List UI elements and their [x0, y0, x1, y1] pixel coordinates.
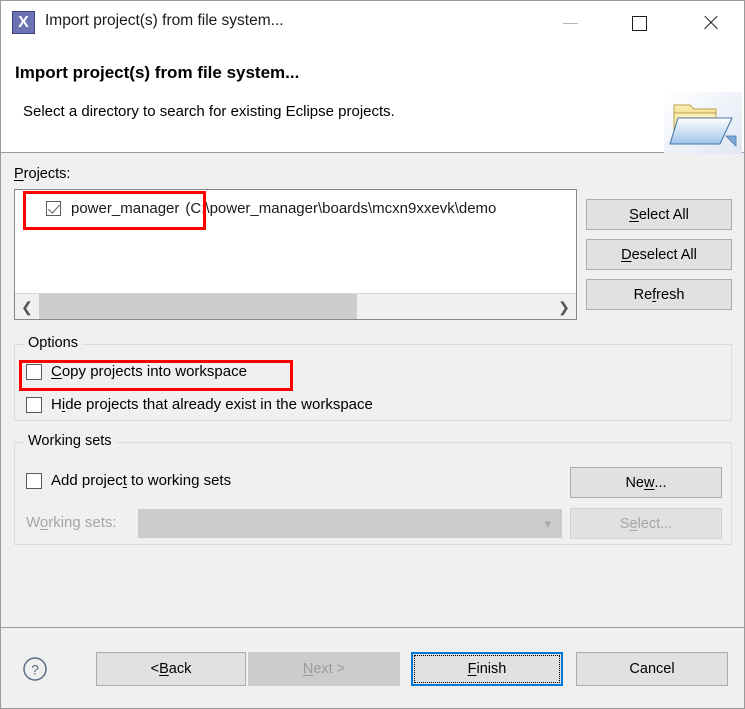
copy-projects-label: Copy projects into workspace — [51, 363, 247, 380]
maximize-button[interactable] — [616, 1, 662, 45]
next-button: Next > — [248, 652, 400, 686]
title-bar: X Import project(s) from file system... — [1, 1, 744, 45]
help-circle-icon[interactable]: ? — [22, 656, 48, 682]
project-checkbox[interactable] — [46, 200, 61, 216]
chevron-down-icon: ▾ — [544, 516, 551, 531]
chevron-right-icon[interactable]: ❯ — [552, 300, 576, 314]
add-project-to-working-sets-row[interactable]: Add project to working sets — [26, 472, 231, 489]
project-name: power_manager — [71, 199, 180, 217]
add-working-sets-checkbox[interactable] — [26, 472, 42, 489]
chevron-left-icon[interactable]: ❮ — [15, 300, 39, 314]
scrollbar-track[interactable] — [39, 294, 552, 319]
options-group: Options Copy projects into workspace Hid… — [14, 335, 732, 421]
project-path: (C:\power_manager\boards\mcxn9xxevk\demo — [185, 199, 497, 217]
hide-projects-checkbox-row[interactable]: Hide projects that already exist in the … — [26, 396, 373, 413]
options-legend: Options — [24, 335, 82, 351]
page-subtitle: Select a directory to search for existin… — [23, 103, 395, 120]
working-sets-legend: Working sets — [24, 433, 116, 449]
open-folder-icon — [664, 92, 742, 154]
working-sets-group: Working sets Add project to working sets… — [14, 433, 732, 545]
refresh-button[interactable]: Re f resh — [586, 279, 732, 310]
svg-text:?: ? — [31, 662, 39, 678]
hide-projects-checkbox[interactable] — [26, 396, 42, 413]
finish-button[interactable]: Finish — [411, 652, 563, 686]
finish-label: Finish — [467, 661, 507, 677]
projects-list[interactable]: power_manager (C:\power_manager\boards\m… — [14, 189, 577, 320]
select-all-button[interactable]: Select All — [586, 199, 732, 230]
horizontal-scrollbar[interactable]: ❮ ❯ — [15, 293, 576, 319]
import-projects-dialog: X Import project(s) from file system... … — [0, 0, 745, 709]
deselect-all-button[interactable]: Deselect All — [586, 239, 732, 270]
cancel-button[interactable]: Cancel — [576, 652, 728, 686]
copy-projects-checkbox-row[interactable]: Copy projects into workspace — [26, 363, 247, 380]
window-title: Import project(s) from file system... — [45, 12, 284, 29]
add-working-sets-label: Add project to working sets — [51, 472, 232, 489]
copy-projects-checkbox[interactable] — [26, 363, 42, 380]
hide-projects-label: Hide projects that already exist in the … — [51, 396, 373, 413]
select-working-set-button: Se lect... — [570, 508, 722, 539]
new-working-set-button[interactable]: Ne w... — [570, 467, 722, 498]
close-icon — [702, 14, 720, 32]
minimize-button[interactable] — [547, 1, 593, 45]
projects-label: Projects: — [14, 166, 71, 182]
dialog-header: Import project(s) from file system... Se… — [1, 45, 744, 154]
scrollbar-thumb[interactable] — [39, 294, 358, 319]
page-title: Import project(s) from file system... — [15, 63, 300, 82]
table-row[interactable]: power_manager (C:\power_manager\boards\m… — [15, 196, 576, 220]
working-sets-combo-label: Working sets: — [26, 514, 117, 531]
eclipse-x-icon: X — [12, 11, 35, 34]
close-button[interactable] — [688, 1, 734, 45]
back-button[interactable]: < Back — [96, 652, 246, 686]
minimize-icon — [562, 22, 578, 24]
maximize-icon — [631, 15, 647, 31]
working-sets-combo[interactable]: ▾ — [138, 509, 562, 538]
